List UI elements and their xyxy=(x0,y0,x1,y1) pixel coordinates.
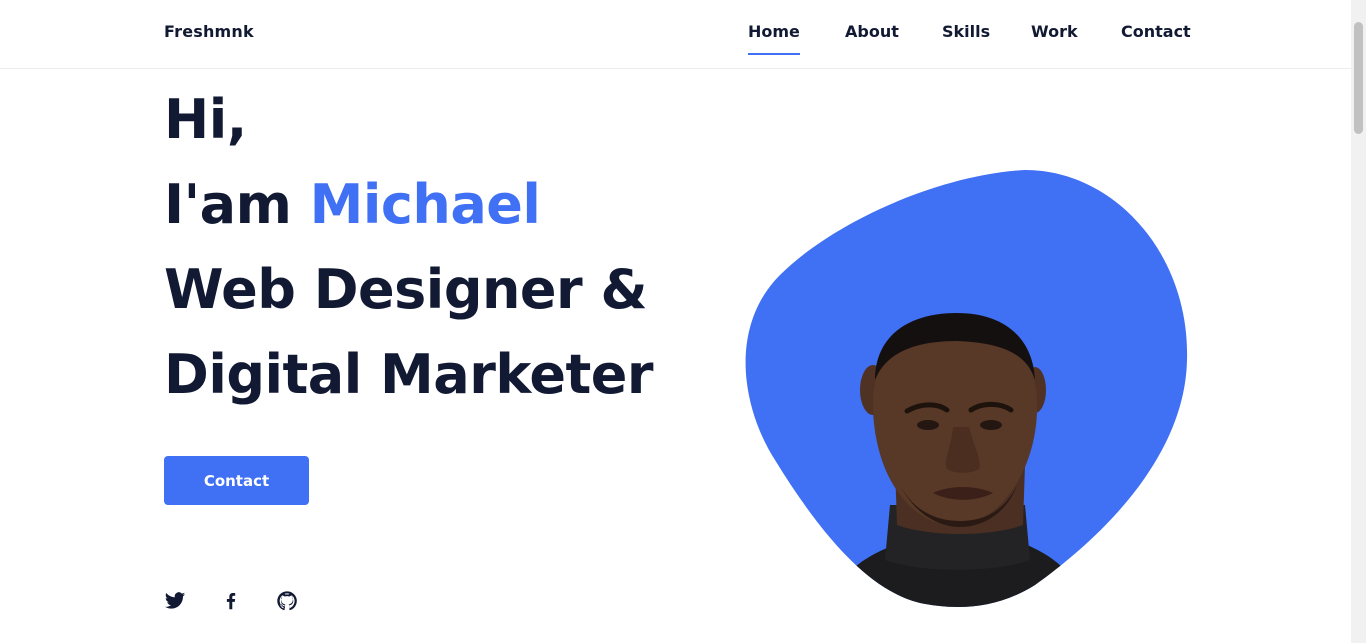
site-header: Freshmnk Home About Skills Work Contact xyxy=(0,0,1351,69)
hero-role-line-2: Digital Marketer xyxy=(164,343,654,406)
nav-item-contact[interactable]: Contact xyxy=(1121,22,1191,41)
scrollbar-thumb[interactable] xyxy=(1354,22,1363,134)
hero-intro: I'am Michael xyxy=(164,178,541,232)
hero-name: Michael xyxy=(309,173,541,236)
hero-intro-prefix: I'am xyxy=(164,173,310,236)
nav-item-about[interactable]: About xyxy=(845,22,899,41)
hero-greeting: Hi, xyxy=(164,88,247,151)
nav-item-work[interactable]: Work xyxy=(1031,22,1078,41)
facebook-icon xyxy=(226,593,236,610)
github-icon xyxy=(277,591,297,611)
github-link[interactable] xyxy=(276,590,298,612)
facebook-link[interactable] xyxy=(220,590,242,612)
twitter-icon xyxy=(164,592,186,609)
twitter-link[interactable] xyxy=(164,590,186,612)
nav-item-home[interactable]: Home xyxy=(748,22,800,55)
nav-item-skills[interactable]: Skills xyxy=(942,22,990,41)
page-scrollbar[interactable] xyxy=(1351,0,1366,643)
hero-portrait xyxy=(735,165,1195,615)
main-nav: Home About Skills Work Contact xyxy=(0,22,1351,62)
hero-role-line-1: Web Designer & xyxy=(164,258,648,321)
contact-button[interactable]: Contact xyxy=(164,456,309,505)
page: Freshmnk Home About Skills Work Contact … xyxy=(0,0,1366,643)
portrait-illustration xyxy=(745,170,1188,608)
